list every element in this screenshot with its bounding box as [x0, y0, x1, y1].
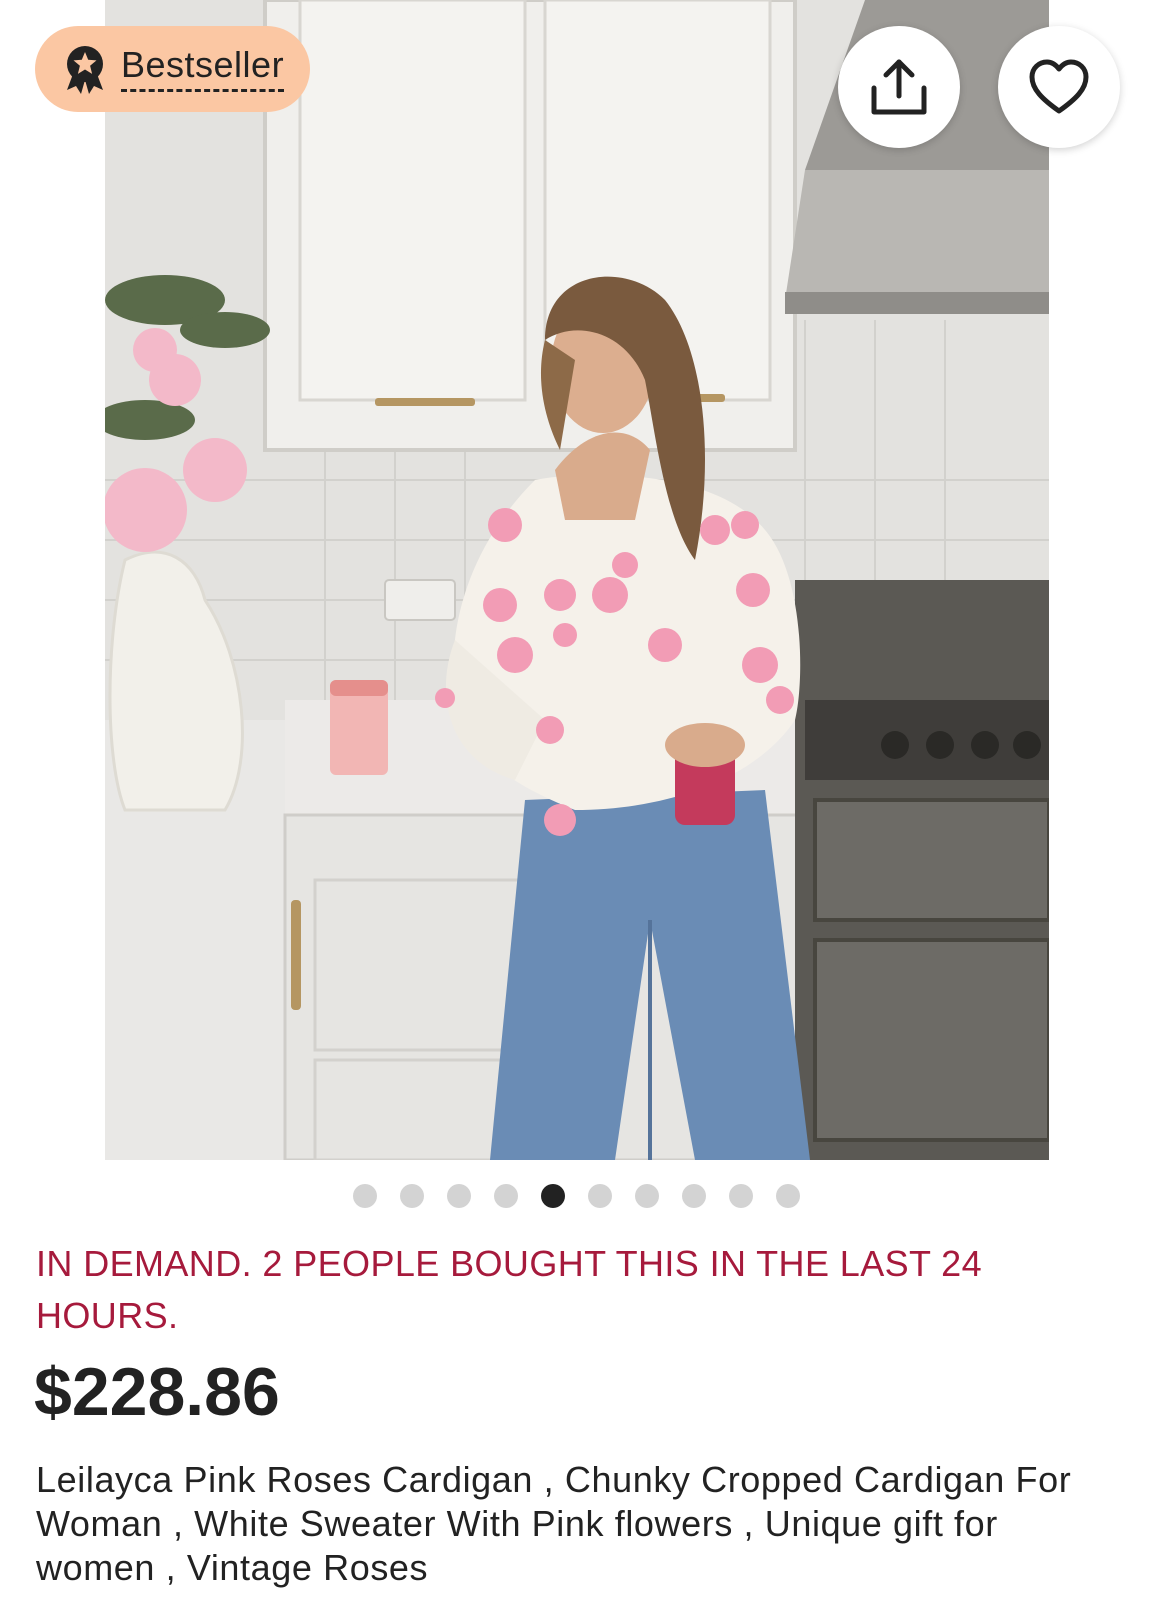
badge-label: Bestseller [121, 46, 285, 92]
demand-notice: IN DEMAND. 2 PEOPLE BOUGHT THIS IN THE L… [36, 1243, 982, 1336]
share-upload-icon [871, 59, 927, 115]
favorite-button[interactable] [998, 26, 1120, 148]
carousel-dot[interactable] [493, 1184, 518, 1208]
carousel-dot[interactable] [681, 1184, 706, 1208]
carousel-dot[interactable] [446, 1184, 471, 1208]
product-image[interactable] [105, 0, 1049, 1160]
award-ribbon-icon [67, 46, 103, 94]
share-button[interactable] [838, 26, 960, 148]
heart-outline-icon [1029, 59, 1089, 114]
carousel-dot[interactable] [728, 1184, 753, 1208]
carousel-dots [0, 1184, 1152, 1208]
carousel-dot[interactable] [775, 1184, 800, 1208]
carousel-dot[interactable] [634, 1184, 659, 1208]
bestseller-badge[interactable]: Bestseller [35, 26, 311, 112]
carousel-dot[interactable] [352, 1184, 377, 1208]
price: $228.86 [34, 1354, 280, 1430]
carousel-dot[interactable] [399, 1184, 424, 1208]
product-title: Leilayca Pink Roses Cardigan , Chunky Cr… [36, 1459, 1072, 1588]
carousel-dot[interactable] [587, 1184, 612, 1208]
carousel-dot-active[interactable] [540, 1184, 565, 1208]
